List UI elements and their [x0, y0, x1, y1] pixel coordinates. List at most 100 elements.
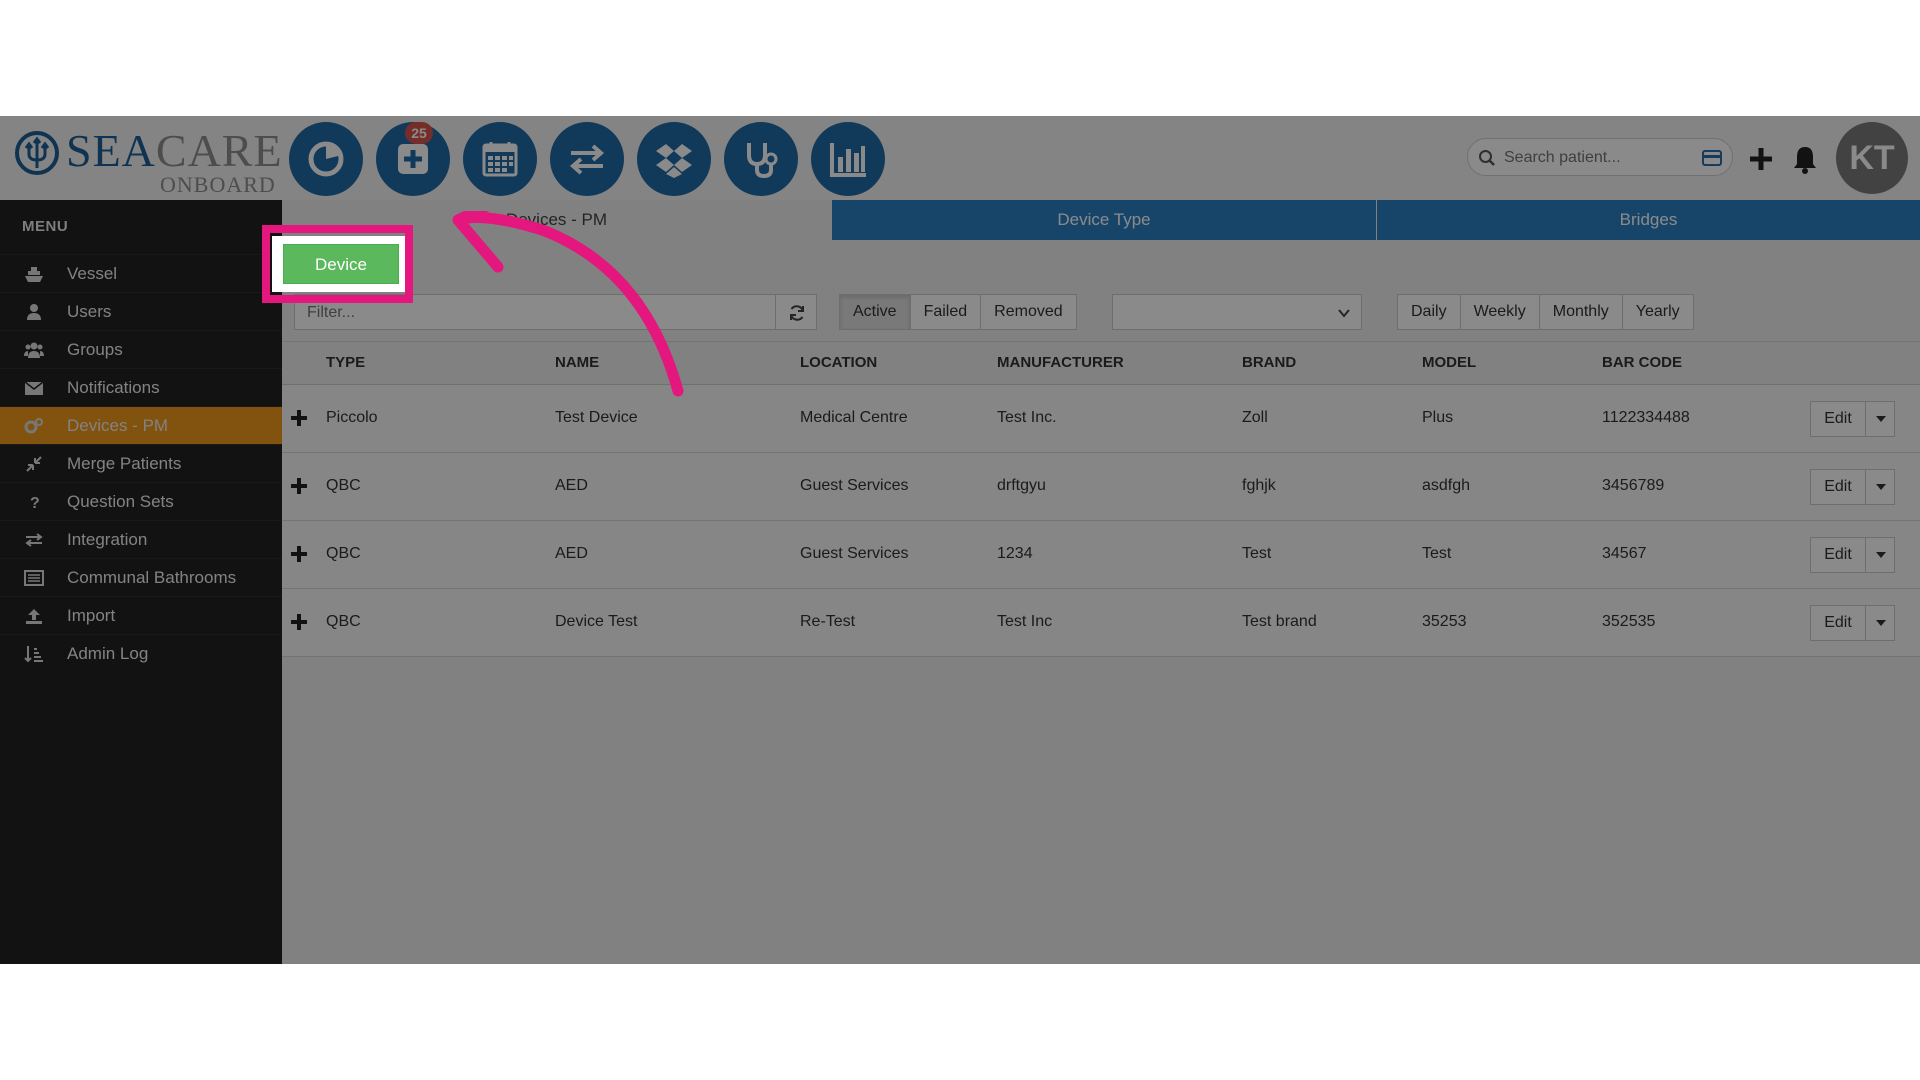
expand-plus-icon[interactable]: [290, 613, 308, 631]
stethoscope-icon[interactable]: [724, 122, 798, 196]
edit-dropdown-toggle[interactable]: [1865, 605, 1895, 641]
sort-list-icon: [24, 646, 43, 663]
edit-button[interactable]: Edit: [1810, 469, 1866, 505]
cell-location: Guest Services: [800, 477, 909, 494]
search-patient-input[interactable]: [1502, 145, 1696, 171]
cell-name: Test Device: [555, 409, 638, 426]
card-icon[interactable]: [1702, 149, 1722, 167]
status-removed-button[interactable]: Removed: [980, 294, 1077, 330]
sidebar-item-users[interactable]: Users: [0, 292, 282, 330]
sidebar-item-vessel[interactable]: Vessel: [0, 254, 282, 292]
period-yearly-button[interactable]: Yearly: [1621, 294, 1694, 330]
tab-bridges[interactable]: Bridges: [1377, 200, 1920, 240]
cell-model: 35253: [1422, 613, 1467, 630]
search-patient-box: [1467, 138, 1733, 176]
filter-select[interactable]: [1112, 294, 1362, 330]
sidebar-item-merge-patients[interactable]: Merge Patients: [0, 444, 282, 482]
caret-down-icon: [1876, 620, 1886, 626]
edit-dropdown-toggle[interactable]: [1865, 401, 1895, 437]
top-header: SEACARE ONBOARD 25 Search patient... KT: [0, 116, 1920, 201]
cell-brand: Zoll: [1242, 409, 1268, 426]
cell-name: Device Test: [555, 613, 638, 630]
logo-care: CARE: [155, 125, 283, 176]
expand-plus-icon[interactable]: [290, 409, 308, 427]
sidebar-item-label: Devices - PM: [67, 416, 169, 435]
column-header-bar-code[interactable]: BAR CODE: [1602, 354, 1682, 371]
refresh-button[interactable]: [775, 294, 817, 330]
column-header-manufacturer[interactable]: MANUFACTURER: [997, 354, 1124, 371]
sidebar-item-label: Notifications: [67, 378, 160, 397]
column-header-model[interactable]: MODEL: [1422, 354, 1476, 371]
status-filter-group: Active Failed Removed: [839, 294, 1077, 330]
column-header-location[interactable]: LOCATION: [800, 354, 877, 371]
caret-down-icon: [1876, 484, 1886, 490]
envelope-icon: [24, 381, 44, 395]
sidebar-item-question-sets[interactable]: ? Question Sets: [0, 482, 282, 520]
tab-device-type[interactable]: Device Type: [832, 200, 1376, 240]
cell-type: QBC: [326, 477, 361, 494]
sidebar-item-integration[interactable]: Integration: [0, 520, 282, 558]
bar-chart-icon[interactable]: [811, 122, 885, 196]
dashboard-pie-icon[interactable]: [289, 122, 363, 196]
cell-manufacturer: Test Inc: [997, 613, 1053, 630]
sidebar-item-admin-log[interactable]: Admin Log: [0, 634, 282, 672]
cell-bar-code: 3456789: [1602, 477, 1665, 494]
column-header-type[interactable]: TYPE: [326, 354, 365, 371]
sidebar-item-groups[interactable]: Groups: [0, 330, 282, 368]
sidebar-item-import[interactable]: Import: [0, 596, 282, 634]
cell-brand: Test brand: [1242, 613, 1317, 630]
trident-emblem-icon: [15, 131, 59, 175]
edit-dropdown-toggle[interactable]: [1865, 537, 1895, 573]
sidebar-item-devices-pm[interactable]: Devices - PM: [0, 406, 282, 444]
user-icon: [27, 304, 41, 320]
row-edit-group: Edit: [1810, 605, 1895, 641]
expand-plus-icon[interactable]: [290, 545, 308, 563]
cell-name: AED: [555, 545, 588, 562]
logo-wordmark: SEACARE: [66, 128, 283, 174]
exchange-icon: [25, 533, 43, 547]
calendar-icon[interactable]: [463, 122, 537, 196]
status-active-button[interactable]: Active: [839, 294, 911, 330]
sidebar-item-label: Vessel: [67, 264, 118, 283]
cell-location: Re-Test: [800, 613, 856, 630]
sidebar-item-label: Groups: [67, 340, 123, 359]
period-monthly-button[interactable]: Monthly: [1538, 294, 1623, 330]
row-edit-group: Edit: [1810, 401, 1895, 437]
user-avatar[interactable]: KT: [1836, 122, 1908, 194]
menu-title: MENU: [22, 218, 69, 235]
list-alt-icon: [24, 570, 44, 586]
table-row: QBC Device Test Re-Test Test Inc Test br…: [282, 589, 1920, 657]
sidebar-item-label: Merge Patients: [67, 454, 182, 473]
sidebar-item-communal-bathrooms[interactable]: Communal Bathrooms: [0, 558, 282, 596]
pointer-arrow-icon: [452, 211, 684, 397]
cell-bar-code: 352535: [1602, 613, 1656, 630]
dropbox-icon[interactable]: [637, 122, 711, 196]
column-header-brand[interactable]: BRAND: [1242, 354, 1296, 371]
add-plus-icon[interactable]: [1748, 146, 1774, 172]
period-weekly-button[interactable]: Weekly: [1459, 294, 1540, 330]
table-row: QBC AED Guest Services 1234 Test Test 34…: [282, 521, 1920, 589]
compress-icon: [26, 456, 42, 472]
sidebar-item-label: Integration: [67, 530, 148, 549]
bell-icon[interactable]: [1792, 144, 1818, 174]
edit-button[interactable]: Edit: [1810, 401, 1866, 437]
sidebar-item-notifications[interactable]: Notifications: [0, 368, 282, 406]
seacare-logo[interactable]: SEACARE ONBOARD: [14, 124, 282, 197]
chevron-down-icon: [1338, 309, 1350, 318]
edit-button[interactable]: Edit: [1810, 605, 1866, 641]
edit-button[interactable]: Edit: [1810, 537, 1866, 573]
transfer-arrows-icon[interactable]: [550, 122, 624, 196]
expand-plus-icon[interactable]: [290, 477, 308, 495]
sidebar-menu: Vessel Users Groups Notifications Device…: [0, 254, 282, 672]
sidebar-item-label: Communal Bathrooms: [67, 568, 237, 587]
cell-model: Test: [1422, 545, 1452, 562]
period-filter-group: Daily Weekly Monthly Yearly: [1397, 294, 1694, 330]
cell-bar-code: 34567: [1602, 545, 1647, 562]
cell-model: Plus: [1422, 409, 1454, 426]
status-failed-button[interactable]: Failed: [909, 294, 982, 330]
cell-bar-code: 1122334488: [1602, 409, 1690, 426]
cell-type: Piccolo: [326, 409, 378, 426]
edit-dropdown-toggle[interactable]: [1865, 469, 1895, 505]
period-daily-button[interactable]: Daily: [1397, 294, 1461, 330]
cell-brand: fghjk: [1242, 477, 1276, 494]
